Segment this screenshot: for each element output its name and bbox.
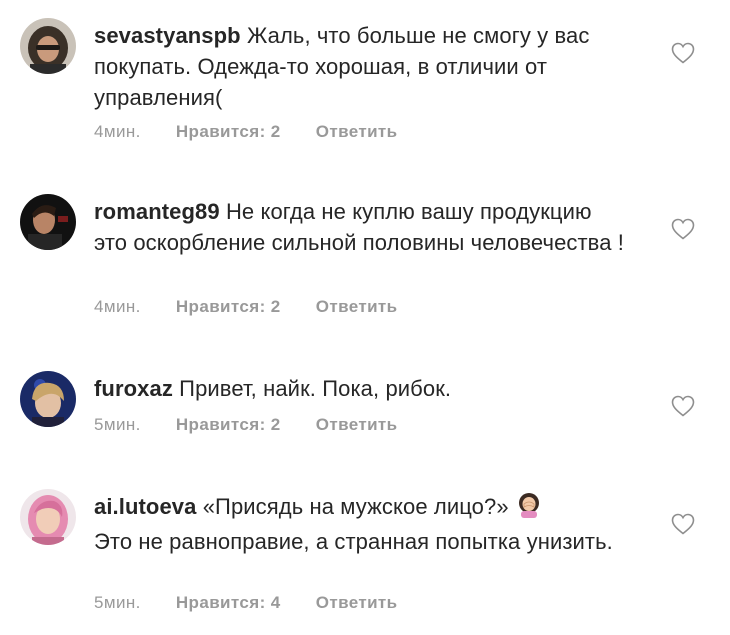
likes-count-link[interactable]: Нравится: 2 [176,297,281,317]
comment-username[interactable]: ai.lutoeva [94,494,196,519]
comment-body: romanteg89 Не когда не куплю вашу продук… [94,196,624,258]
reply-button[interactable]: Ответить [316,593,398,613]
avatar[interactable] [20,18,76,74]
comment-meta: 5мин. Нравится: 4 Ответить [94,593,398,613]
comment-text: «Присядь на мужское лицо?» [202,494,509,519]
comment-username[interactable]: furoxaz [94,376,173,401]
comment-time: 5мин. [94,415,141,434]
comment-body: sevastyanspb Жаль, что больше не смогу у… [94,20,624,113]
comment-time: 4мин. [94,122,141,141]
comment-body: furoxaz Привет, найк. Пока, рибок. [94,373,624,404]
reply-button[interactable]: Ответить [316,122,398,142]
likes-count-link[interactable]: Нравится: 2 [176,122,281,142]
comment-text-continued: Это не равноправие, а странная попытка у… [94,529,613,554]
comment-username[interactable]: sevastyanspb [94,23,241,48]
reply-button[interactable]: Ответить [316,415,398,435]
comment-meta: 4мин. Нравится: 2 Ответить [94,122,398,142]
comment-meta: 5мин. Нравится: 2 Ответить [94,415,398,435]
avatar[interactable] [20,371,76,427]
comment-username[interactable]: romanteg89 [94,199,220,224]
woman-facepalming-emoji-icon [515,492,543,526]
heart-icon[interactable] [671,395,695,417]
avatar[interactable] [20,489,76,545]
reply-button[interactable]: Ответить [316,297,398,317]
comment-time: 4мин. [94,297,141,316]
heart-icon[interactable] [671,42,695,64]
likes-count-link[interactable]: Нравится: 2 [176,415,281,435]
likes-count-link[interactable]: Нравится: 4 [176,593,281,613]
comment-time: 5мин. [94,593,141,612]
comment-body: ai.lutoeva «Присядь на мужское лицо?» Эт… [94,491,624,557]
avatar[interactable] [20,194,76,250]
heart-icon[interactable] [671,513,695,535]
heart-icon[interactable] [671,218,695,240]
comment-text: Привет, найк. Пока, рибок. [179,376,452,401]
comment-meta: 4мин. Нравится: 2 Ответить [94,297,398,317]
